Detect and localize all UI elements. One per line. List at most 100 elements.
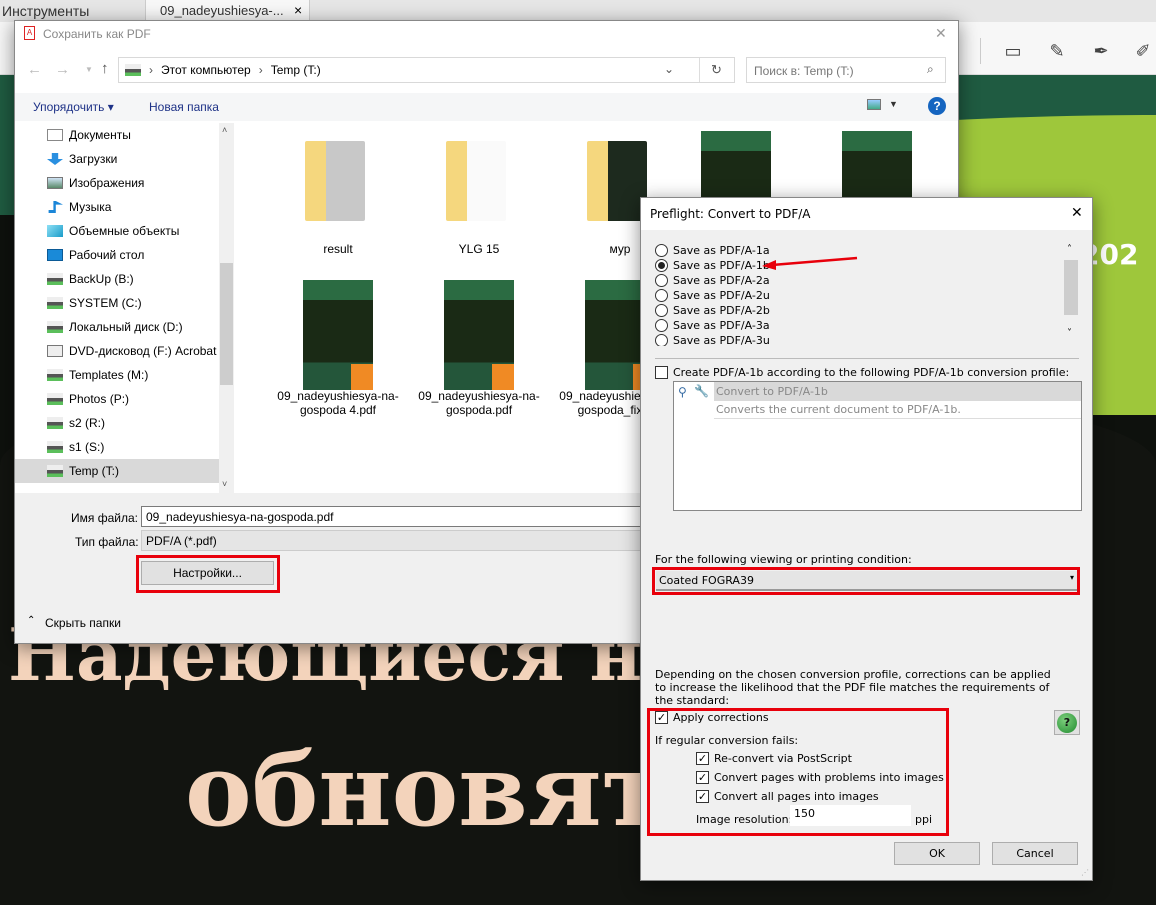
help-icon[interactable]: ? xyxy=(928,97,946,115)
checkbox[interactable] xyxy=(655,366,668,379)
nav-item[interactable]: Templates (M:) xyxy=(15,363,234,387)
filetype-value: PDF/A (*.pdf) xyxy=(146,534,217,548)
resolution-input[interactable]: 150 xyxy=(790,805,911,826)
back-arrow-icon[interactable]: ← xyxy=(27,61,42,78)
nav-item[interactable]: Temp (T:) xyxy=(15,459,234,483)
radio[interactable] xyxy=(655,244,668,257)
scroll-down-icon[interactable]: ˅ xyxy=(222,479,227,489)
view-options-icon[interactable] xyxy=(867,99,881,110)
nav-item[interactable]: Рабочий стол xyxy=(15,243,234,267)
refresh-icon[interactable]: ↻ xyxy=(711,62,722,78)
standard-list-scrollbar[interactable]: ˄ ˅ xyxy=(1063,244,1079,344)
comment-icon[interactable]: ▭ xyxy=(1002,40,1024,62)
condition-value: Coated FOGRA39 xyxy=(659,574,754,587)
checkbox-checked[interactable]: ✓ xyxy=(696,752,709,765)
nav-item[interactable]: Локальный диск (D:) xyxy=(15,315,234,339)
navigation-scrollbar[interactable]: ˄ ˅ xyxy=(219,123,234,493)
search-input[interactable]: Поиск в: Temp (T:) ⌕ xyxy=(746,57,946,83)
downloads-icon xyxy=(47,153,63,165)
nav-item[interactable]: Загрузки xyxy=(15,147,234,171)
tools-tab[interactable]: Инструменты xyxy=(2,3,89,19)
hide-folders-button[interactable]: Скрыть папки xyxy=(45,616,121,630)
nav-item[interactable]: Изображения xyxy=(15,171,234,195)
radio[interactable] xyxy=(655,274,668,287)
convert-all-pages-checkbox[interactable]: ✓ Convert all pages into images xyxy=(696,790,879,803)
address-bar[interactable]: › Этот компьютер › Temp (T:) ⌄ ↻ xyxy=(118,57,735,83)
checkbox-checked[interactable]: ✓ xyxy=(655,711,668,724)
nav-item[interactable]: SYSTEM (C:) xyxy=(15,291,234,315)
file-item[interactable]: 09_nadeyushiesya-na-gospoda.pdf xyxy=(409,275,549,425)
condition-select[interactable]: Coated FOGRA39 ▾ xyxy=(656,571,1077,591)
nav-item-label: Локальный диск (D:) xyxy=(69,320,183,334)
organize-label: Упорядочить xyxy=(33,100,105,114)
filetype-select[interactable]: PDF/A (*.pdf) xyxy=(141,530,661,551)
cancel-button[interactable]: Cancel xyxy=(992,842,1078,865)
radio[interactable] xyxy=(655,319,668,332)
nav-item[interactable]: Объемные объекты xyxy=(15,219,234,243)
radio-selected[interactable] xyxy=(655,259,668,272)
highlight-pen-icon[interactable]: ✎ xyxy=(1046,40,1068,62)
pdfa-option-radio[interactable]: Save as PDF/A-2b xyxy=(655,303,1063,318)
nav-item[interactable]: Документы xyxy=(15,123,234,147)
pdfa-option-radio[interactable]: Save as PDF/A-3u xyxy=(655,333,1063,346)
convert-problem-pages-checkbox[interactable]: ✓ Convert pages with problems into images xyxy=(696,771,944,784)
up-arrow-icon[interactable]: ↑ xyxy=(101,60,109,77)
nav-item-label: Temp (T:) xyxy=(69,464,120,478)
scroll-up-icon[interactable]: ˄ xyxy=(1067,244,1072,255)
ok-button[interactable]: OK xyxy=(894,842,980,865)
recent-chevron-icon[interactable]: ▼ xyxy=(85,65,93,74)
sign-icon[interactable]: ✒ xyxy=(1090,40,1112,62)
pdfa-option-radio[interactable]: Save as PDF/A-2a xyxy=(655,273,1063,288)
scrollbar-thumb[interactable] xyxy=(1064,260,1078,315)
title-bar: Preflight: Convert to PDF/A ✕ xyxy=(641,198,1092,230)
profile-item[interactable]: Convert to PDF/A-1b xyxy=(714,382,1081,401)
resolution-label: Image resolution: xyxy=(696,813,793,826)
document-tab[interactable]: 09_nadeyushiesya-... × xyxy=(145,0,310,22)
checkbox-checked[interactable]: ✓ xyxy=(696,790,709,803)
nav-item-label: s1 (S:) xyxy=(69,440,105,454)
scroll-down-icon[interactable]: ˅ xyxy=(1067,328,1072,339)
close-button[interactable]: ✕ xyxy=(935,25,947,42)
scrollbar-thumb[interactable] xyxy=(220,263,233,385)
profile-checkbox[interactable]: Create PDF/A-1b according to the followi… xyxy=(655,366,1069,379)
filename-input[interactable]: 09_nadeyushiesya-na-gospoda.pdf xyxy=(141,506,661,527)
reconvert-checkbox[interactable]: ✓ Re-convert via PostScript xyxy=(696,752,852,765)
organize-button[interactable]: Упорядочить ▾ xyxy=(33,100,114,114)
pdfa-option-label: Save as PDF/A-1a xyxy=(673,244,770,257)
pdfa-option-radio[interactable]: Save as PDF/A-2u xyxy=(655,288,1063,303)
breadcrumb-this-pc[interactable]: Этот компьютер xyxy=(161,63,251,77)
pictures-icon xyxy=(47,177,63,189)
new-folder-button[interactable]: Новая папка xyxy=(149,100,219,114)
radio[interactable] xyxy=(655,304,668,317)
address-dropdown-icon[interactable]: ⌄ xyxy=(664,62,674,76)
network-drive-icon xyxy=(47,273,63,285)
annotation-arrow xyxy=(762,256,858,270)
view-dropdown-icon[interactable]: ▼ xyxy=(889,99,898,109)
nav-item[interactable]: DVD-дисковод (F:) Acrobat P xyxy=(15,339,234,363)
radio[interactable] xyxy=(655,334,668,346)
help-button[interactable]: ? xyxy=(1054,710,1080,735)
close-tab-icon[interactable]: × xyxy=(294,2,302,18)
checkbox-checked[interactable]: ✓ xyxy=(696,771,709,784)
forward-arrow-icon[interactable]: → xyxy=(55,61,70,78)
pdfa-option-radio[interactable]: Save as PDF/A-3a xyxy=(655,318,1063,333)
file-item[interactable]: 09_nadeyushiesya-na-gospoda 4.pdf xyxy=(268,275,408,425)
settings-button[interactable]: Настройки... xyxy=(141,561,274,585)
nav-item[interactable]: Photos (P:) xyxy=(15,387,234,411)
close-button[interactable]: ✕ xyxy=(1071,205,1083,221)
dialog-title: Preflight: Convert to PDF/A xyxy=(650,207,811,221)
nav-item[interactable]: s1 (S:) xyxy=(15,435,234,459)
radio[interactable] xyxy=(655,289,668,302)
nav-item[interactable]: BackUp (B:) xyxy=(15,267,234,291)
help-icon: ? xyxy=(1057,712,1077,733)
fill-sign-icon[interactable]: ✐ xyxy=(1132,40,1154,62)
folder-item[interactable]: result xyxy=(268,123,408,273)
apply-corrections-checkbox[interactable]: ✓ Apply corrections xyxy=(655,711,769,724)
folder-item[interactable]: YLG 15 xyxy=(409,123,549,273)
nav-item-label: Объемные объекты xyxy=(69,224,180,238)
resize-grip-icon[interactable]: ⋰ xyxy=(1081,868,1089,877)
nav-item[interactable]: s2 (R:) xyxy=(15,411,234,435)
scroll-up-icon[interactable]: ˄ xyxy=(222,125,227,135)
breadcrumb-temp[interactable]: Temp (T:) xyxy=(271,63,321,77)
nav-item[interactable]: Музыка xyxy=(15,195,234,219)
